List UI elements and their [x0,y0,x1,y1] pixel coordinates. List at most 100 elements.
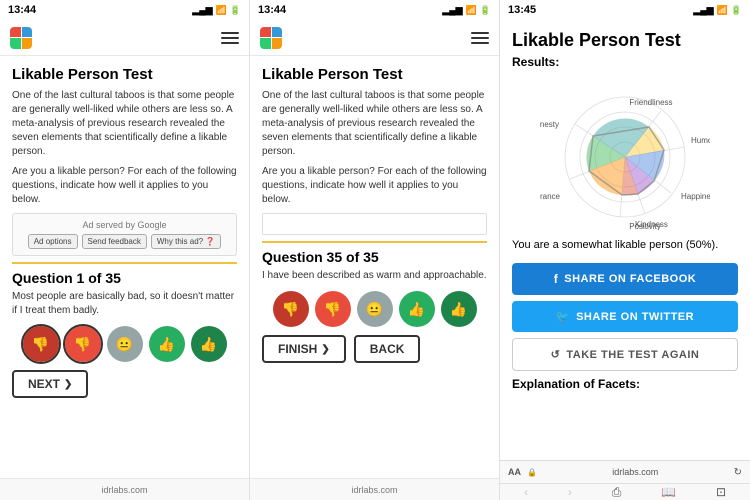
hamburger-menu-1[interactable] [221,32,239,44]
explanation-title: Explanation of Facets: [512,377,738,391]
svg-text:Honesty: Honesty [540,120,559,129]
page-title-1: Likable Person Test [12,66,237,83]
panel-3: 13:45 ▂▄▆ 📶 🔋 Likable Person Test Result… [500,0,750,500]
question-text-2: I have been described as warm and approa… [262,269,487,283]
url-font-size: AA [508,467,521,477]
answer-1-strongly-agree[interactable]: 👍 [191,326,227,362]
svg-text:Tolerance: Tolerance [540,192,561,201]
ad-options-btn[interactable]: Ad options [28,234,78,249]
ad-area: Ad served by Google Ad options Send feed… [12,213,237,256]
share-twitter-label: SHARE ON TWITTER [576,311,694,323]
radar-chart: Friendliness Humor Happiness Positivity … [540,75,710,230]
logo-q2 [22,27,33,38]
thumbs-up-icon-2: 👍 [408,301,425,318]
app-logo-1 [10,27,32,49]
wifi-icon-2: 📶 [466,5,477,16]
browser-bottom: AA 🔒 idrlabs.com ↻ ‹ › ⎙ 📖 ⊡ [500,460,750,500]
browser-forward-button[interactable]: › [568,485,572,499]
share-facebook-button[interactable]: f SHARE ON FACEBOOK [512,263,738,295]
logo-q3 [10,38,21,49]
answer-2-strongly-agree[interactable]: 👍 [441,291,477,327]
ad-text: Ad served by Google [21,220,228,230]
answer-row-2: 👎 👎 😐 👍 👍 [262,291,487,327]
neutral-icon-2: 😐 [366,301,383,318]
logo-q1 [10,27,21,38]
retake-icon: ↺ [551,348,561,361]
share-twitter-button[interactable]: 🐦 SHARE ON TWITTER [512,301,738,332]
app-logo-2 [260,27,282,49]
browser-share-button[interactable]: ⎙ [612,485,622,500]
wifi-icon-3: 📶 [717,5,728,16]
status-bar-3: 13:45 ▂▄▆ 📶 🔋 [500,0,750,20]
radar-chart-container: Friendliness Humor Happiness Positivity … [512,75,738,230]
thumbs-down-icon: 👎 [74,336,91,353]
thumbs-down-dark-icon: 👎 [32,336,49,353]
browser-nav: ‹ › ⎙ 📖 ⊡ [500,484,750,500]
reload-icon[interactable]: ↻ [734,467,742,478]
question-text-1: Most people are basically bad, so it doe… [12,290,237,318]
answer-2-agree[interactable]: 👍 [399,291,435,327]
why-ad-btn[interactable]: Why this ad? ❓ [151,234,221,249]
results-title: Likable Person Test [512,30,738,51]
battery-icon: 🔋 [230,5,241,16]
battery-icon-3: 🔋 [731,5,742,16]
hamburger-menu-2[interactable] [471,32,489,44]
status-icons-1: ▂▄▆ 📶 🔋 [192,5,241,16]
nav-bar-1 [0,20,249,56]
twitter-icon: 🐦 [556,310,570,323]
next-arrow-icon: ❯ [64,379,72,390]
description-2a: One of the last cultural taboos is that … [262,89,487,159]
next-button-1[interactable]: NEXT ❯ [12,370,88,398]
answer-2-neutral[interactable]: 😐 [357,291,393,327]
description-1b: Are you a likable person? For each of th… [12,165,237,207]
time-1: 13:44 [8,4,36,16]
bottom-url-2: idrlabs.com [351,485,397,495]
wifi-icon: 📶 [216,5,227,16]
bottom-url-1: idrlabs.com [101,485,147,495]
next-label: NEXT [28,377,60,391]
answer-1-neutral[interactable]: 😐 [107,326,143,362]
question-header-2: Question 35 of 35 [262,241,487,265]
description-1a: One of the last cultural taboos is that … [12,89,237,159]
finish-arrow-icon: ❯ [321,344,329,355]
answer-1-strongly-disagree[interactable]: 👎 [23,326,59,362]
share-facebook-label: SHARE ON FACEBOOK [564,273,696,285]
bottom-bar-1: idrlabs.com [0,478,249,500]
url-domain: idrlabs.com [543,467,728,477]
facebook-icon: f [554,272,559,286]
retake-test-button[interactable]: ↺ TAKE THE TEST AGAIN [512,338,738,371]
results-content: Likable Person Test Results: [500,20,750,460]
nav-buttons-2: FINISH ❯ BACK [262,335,487,363]
answer-2-disagree[interactable]: 👎 [315,291,351,327]
neutral-icon: 😐 [116,336,133,353]
url-lock-icon: 🔒 [527,468,537,477]
answer-input-area [262,213,487,235]
thumbs-down-icon-2: 👎 [324,301,341,318]
svg-text:Happiness: Happiness [681,192,710,201]
thumbs-up-dark-icon: 👍 [200,336,217,353]
status-icons-2: ▂▄▆ 📶 🔋 [442,5,491,16]
back-button[interactable]: BACK [354,335,421,363]
browser-back-button[interactable]: ‹ [524,485,528,499]
svg-text:Humor: Humor [691,136,710,145]
logo-q4 [22,38,33,49]
browser-bookmarks-button[interactable]: 📖 [661,485,676,499]
panel-1: 13:44 ▂▄▆ 📶 🔋 Likable Person Test One of… [0,0,250,500]
panel-2: 13:44 ▂▄▆ 📶 🔋 Likable Person Test One of… [250,0,500,500]
answer-row-1: 👎 👎 😐 👍 👍 [12,326,237,362]
browser-tabs-button[interactable]: ⊡ [716,485,726,499]
ad-buttons: Ad options Send feedback Why this ad? ❓ [21,234,228,249]
status-bar-1: 13:44 ▂▄▆ 📶 🔋 [0,0,249,20]
finish-button[interactable]: FINISH ❯ [262,335,346,363]
question-header-1: Question 1 of 35 [12,262,237,286]
status-bar-2: 13:44 ▂▄▆ 📶 🔋 [250,0,499,20]
answer-2-strongly-disagree[interactable]: 👎 [273,291,309,327]
back-label: BACK [370,342,405,356]
browser-url-bar: AA 🔒 idrlabs.com ↻ [500,461,750,484]
answer-1-agree[interactable]: 👍 [149,326,185,362]
panel2-content: Likable Person Test One of the last cult… [250,56,499,478]
answer-1-disagree[interactable]: 👎 [65,326,101,362]
finish-label: FINISH [278,342,317,356]
send-feedback-btn[interactable]: Send feedback [82,234,147,249]
description-2b: Are you a likable person? For each of th… [262,165,487,207]
